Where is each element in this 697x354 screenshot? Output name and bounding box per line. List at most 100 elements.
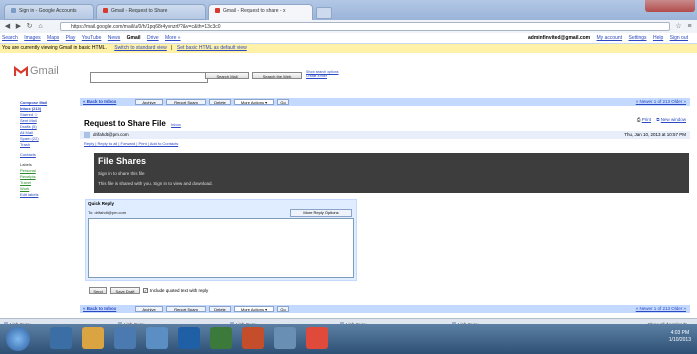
report-spam-button[interactable]: Report Spam <box>166 306 206 312</box>
tab-gmail-1[interactable]: Gmail - Request to Share <box>96 4 206 20</box>
tab-gmail-active[interactable]: Gmail - Request to share - x <box>208 4 313 20</box>
google-bar: Search Images Maps Play YouTube News Gma… <box>0 33 697 44</box>
pagination-links[interactable]: « Newer 1 of 213 Older » <box>636 99 686 105</box>
home-icon[interactable]: ⌂ <box>36 22 45 31</box>
pagination-links[interactable]: « Newer 1 of 213 Older » <box>636 306 686 312</box>
window-controls[interactable] <box>645 0 695 12</box>
chrome-taskbar-icon[interactable] <box>306 327 328 349</box>
go-button[interactable]: Go <box>277 99 289 105</box>
gmail-m-icon <box>14 66 28 76</box>
nav-trash[interactable]: Trash <box>20 142 60 148</box>
quick-reply-title: Quick Reply <box>88 201 115 206</box>
edit-labels-link[interactable]: Edit labels <box>20 192 60 198</box>
browser-toolbar: ◀ ▶ ↻ ⌂ https://mail.google.com/mail/u/0… <box>0 20 697 34</box>
file-share-title: File Shares <box>98 156 147 166</box>
message-tools: ⎙ Print ⧉ New window <box>637 117 686 122</box>
help-link[interactable]: Help <box>653 35 663 41</box>
tab-label: Gmail - Request to share - x <box>223 8 286 14</box>
search-input[interactable] <box>90 72 208 83</box>
sign-out-link[interactable]: Sign out <box>670 35 688 41</box>
gbar-link-play[interactable]: Play <box>66 35 76 41</box>
reload-icon[interactable]: ↻ <box>25 22 34 31</box>
ie-taskbar-icon[interactable] <box>50 327 72 349</box>
more-actions-label: More Actions <box>240 100 264 105</box>
start-button-icon[interactable] <box>6 327 30 351</box>
file-share-box: File Shares Sign in to share this file T… <box>94 153 689 193</box>
back-to-inbox-link[interactable]: « Back to Inbox <box>83 306 116 312</box>
more-actions-select[interactable]: More Actions ▾ <box>234 99 274 105</box>
gbar-link-drive[interactable]: Drive <box>147 35 159 41</box>
app-taskbar-icon[interactable] <box>146 327 168 349</box>
media-taskbar-icon[interactable] <box>114 327 136 349</box>
new-window-link[interactable]: New window <box>661 117 686 122</box>
tab-label: Gmail - Request to Share <box>111 8 168 14</box>
send-button[interactable]: Send <box>89 287 107 294</box>
include-quoted-label: Include quoted text with reply <box>150 288 209 293</box>
app2-taskbar-icon[interactable] <box>274 327 296 349</box>
gmail-logo[interactable]: Gmail <box>14 64 72 78</box>
nav-contacts[interactable]: Contacts <box>20 152 60 158</box>
my-account-link[interactable]: My account <box>597 35 623 41</box>
tab-label: Sign in - Google Accounts <box>19 8 77 14</box>
more-reply-options-button[interactable]: More Reply Options <box>290 209 352 217</box>
settings-link[interactable]: Settings <box>628 35 646 41</box>
delete-button[interactable]: Delete <box>209 99 231 105</box>
print-link[interactable]: Print <box>642 117 651 122</box>
url-text: https://mail.google.com/mail/u/0/h/1pq68… <box>71 24 221 30</box>
tab-sign-in[interactable]: Sign in - Google Accounts <box>4 4 94 20</box>
basic-html-notice: You are currently viewing Gmail in basic… <box>0 44 697 53</box>
delete-button[interactable]: Delete <box>209 306 231 312</box>
new-tab-button[interactable] <box>316 7 332 19</box>
action-bar-bottom: « Back to Inbox Archive Report Spam Dele… <box>80 305 690 313</box>
create-filter-link[interactable]: Create a filter <box>306 74 342 78</box>
back-to-inbox-link[interactable]: « Back to Inbox <box>83 99 116 105</box>
archive-button[interactable]: Archive <box>135 306 163 312</box>
new-window-icon: ⧉ <box>656 117 660 122</box>
gbar-link-images[interactable]: Images <box>24 35 40 41</box>
search-mail-button[interactable]: Search Mail <box>205 72 249 79</box>
back-arrow-icon[interactable]: ◀ <box>3 22 12 31</box>
wrench-menu-icon[interactable]: ≡ <box>685 22 694 31</box>
forward-arrow-icon[interactable]: ▶ <box>14 22 23 31</box>
switch-standard-link[interactable]: Switch to standard view <box>114 45 167 51</box>
address-bar[interactable]: https://mail.google.com/mail/u/0/h/1pq68… <box>60 22 670 31</box>
browser-tab-bar: Sign in - Google Accounts Gmail - Reques… <box>0 0 697 20</box>
include-quoted-checkbox[interactable]: ✓ <box>143 288 148 293</box>
gbar-link-youtube[interactable]: YouTube <box>82 35 102 41</box>
bookmark-star-icon[interactable]: ☆ <box>674 22 683 31</box>
reply-textarea[interactable] <box>88 218 354 278</box>
gbar-link-news[interactable]: News <box>108 35 121 41</box>
gbar-link-search[interactable]: Search <box>2 35 18 41</box>
archive-button[interactable]: Archive <box>135 99 163 105</box>
system-clock[interactable]: 4:03 PM 1/10/2013 <box>669 330 691 344</box>
gbar-link-gmail[interactable]: Gmail <box>127 35 141 41</box>
sender-email: drifahdt@pm.com <box>93 132 129 137</box>
report-spam-button[interactable]: Report Spam <box>166 99 206 105</box>
outlook-taskbar-icon[interactable] <box>178 327 200 349</box>
go-button[interactable]: Go <box>277 306 289 312</box>
left-navigation: Compose Mail Inbox (213) Starred ☆ Sent … <box>20 100 60 198</box>
gbar-link-more[interactable]: More » <box>165 35 181 41</box>
gbar-link-maps[interactable]: Maps <box>47 35 59 41</box>
explorer-taskbar-icon[interactable] <box>82 327 104 349</box>
clock-date: 1/10/2013 <box>668 337 691 343</box>
account-area: adminfinvited@gmail.com My account Setti… <box>528 35 693 41</box>
gmail-wordmark: Gmail <box>30 65 59 77</box>
page-icon <box>11 8 16 14</box>
google-links: Search Images Maps Play YouTube News Gma… <box>2 35 186 41</box>
gmail-favicon-icon <box>215 8 220 14</box>
save-draft-button[interactable]: Save Draft <box>110 287 140 294</box>
more-actions-select[interactable]: More Actions ▾ <box>234 306 274 312</box>
message-subject: Request to Share File <box>84 119 166 128</box>
file-share-line2: This file is shared with you. Sign in to… <box>98 181 213 186</box>
excel-taskbar-icon[interactable] <box>210 327 232 349</box>
powerpoint-taskbar-icon[interactable] <box>242 327 264 349</box>
set-default-link[interactable]: Set basic HTML as default view <box>177 45 247 51</box>
sender-avatar-icon <box>84 132 90 138</box>
message-actions-links[interactable]: Reply | Reply to all | Forward | Print |… <box>84 141 178 147</box>
gmail-favicon-icon <box>103 8 108 14</box>
inbox-label-chip[interactable]: Inbox <box>171 122 181 127</box>
search-web-button[interactable]: Search the Web <box>252 72 302 79</box>
sender-row: drifahdt@pm.com Thu, Jan 10, 2013 at 10:… <box>80 131 690 139</box>
message-date: Thu, Jan 10, 2013 at 10:57 PM <box>624 132 686 137</box>
